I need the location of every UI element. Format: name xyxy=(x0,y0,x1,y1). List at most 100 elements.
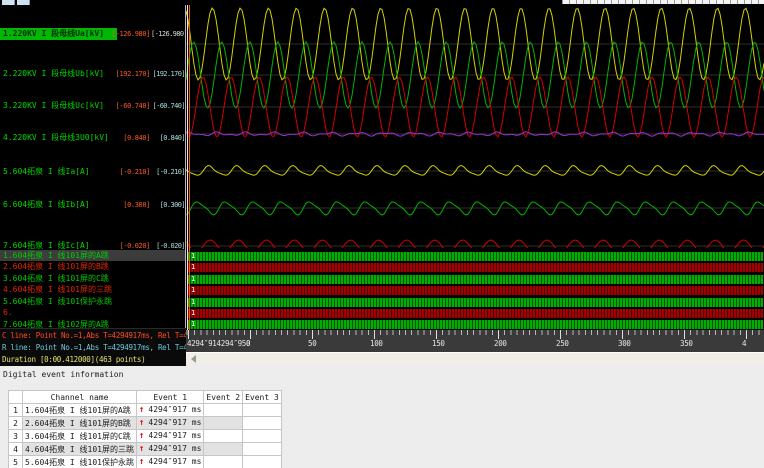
channel-name: 6.604拓泉 I 线Ib[A] xyxy=(3,200,90,209)
r-cursor-line[interactable] xyxy=(187,5,188,248)
waveform-trace-5 xyxy=(185,164,764,176)
event-channel-name: 2.604拓泉 I 线101屏的B跳 xyxy=(22,416,137,430)
event-table-row-4[interactable]: 4 4.604拓泉 I 线101屏的三跳 ↑ 4294″917 ms xyxy=(8,442,282,456)
cursor-status-box: C line: Point No.=1,Abs T=4294917ms, Rel… xyxy=(0,328,186,366)
axis-tick-label-350: 350 xyxy=(680,339,693,348)
c-cursor-value: [0.840] xyxy=(123,134,150,142)
r-cursor-value: [192.170] xyxy=(152,70,185,78)
digital-bar-7[interactable]: 1 xyxy=(188,320,763,330)
event2-cell xyxy=(203,455,244,468)
event1-cell: ↑ 4294″917 ms xyxy=(135,416,205,430)
analog-channel-label-3[interactable]: 3.220KV I 段母线Uc[kV] [-60.740] [-60.740] xyxy=(0,100,186,112)
axis-tick-label-250: 250 xyxy=(556,339,569,348)
event-table-row-3[interactable]: 3 3.604拓泉 I 线101屏的C跳 ↑ 4294″917 ms xyxy=(8,429,282,443)
rising-edge-icon: ↑ xyxy=(138,405,145,415)
event3-cell xyxy=(242,442,282,456)
axis-tick-label-200: 200 xyxy=(494,339,507,348)
event-table-row-2[interactable]: 2 2.604拓泉 I 线101屏的B跳 ↑ 4294″917 ms xyxy=(8,416,282,430)
event1-cell: ↑ 4294″917 ms xyxy=(135,429,205,443)
analog-waveform-plot[interactable] xyxy=(185,5,764,253)
event1-cell: ↑ 4294″917 ms xyxy=(135,442,205,456)
r-cursor-value: [-126.980] xyxy=(151,30,186,38)
scroll-left-icon[interactable] xyxy=(191,355,196,363)
axis-tick-label-150: 150 xyxy=(432,339,445,348)
fault-recorder-window: 1.220KV I 段母线Ua[kV] [-126.980] [-126.980] 2… xyxy=(0,0,764,468)
event-table-col-event-1: Event 1 xyxy=(135,390,205,404)
event3-cell xyxy=(242,429,282,443)
time-axis[interactable]: 4294″914294″950 0 50 100 150 200 250 300 350 4 xyxy=(186,330,764,352)
channel-name: 1.220KV I 段母线Ua[kV] xyxy=(3,29,105,38)
event-table-row-5[interactable]: 5 5.604拓泉 I 线101保护永跳 ↑ 4294″917 ms xyxy=(8,455,282,468)
digital-channel-label-1[interactable]: 1.604拓泉 I 线101屏的A跳 xyxy=(0,250,186,261)
row-number: 4 xyxy=(8,442,23,456)
digital-trace-plot[interactable]: 1 1 1 1 1 1 1 xyxy=(186,248,764,330)
event2-cell xyxy=(203,442,244,456)
event3-cell xyxy=(242,416,282,430)
digital-bar-6[interactable]: 1 xyxy=(188,309,763,318)
digital-state-value: 1 xyxy=(191,297,196,306)
rising-edge-icon: ↑ xyxy=(138,431,145,441)
c-line-status: C line: Point No.=1,Abs T=4294917ms, Rel… xyxy=(2,331,186,340)
event-info-title: Digital event information xyxy=(3,370,124,379)
digital-bar-3[interactable]: 1 xyxy=(188,274,763,284)
event2-cell xyxy=(203,416,244,430)
event-table-row-1[interactable]: 1 1.604拓泉 I 线101屏的A跳 ↑ 4294″917 ms xyxy=(8,403,282,417)
digital-channel-label-3[interactable]: 3.604拓泉 I 线101屏的C跳 xyxy=(0,273,186,284)
rising-edge-icon: ↑ xyxy=(138,418,145,428)
digital-bar-5[interactable]: 1 xyxy=(188,297,763,307)
event-info-panel: Digital event information Channel name Ev… xyxy=(0,365,764,468)
event1-cell: ↑ 4294″917 ms xyxy=(135,455,205,468)
rising-edge-icon: ↑ xyxy=(138,457,145,467)
analog-channel-label-2[interactable]: 2.220KV I 段母线Ub[kV] [192.170] [192.170] xyxy=(0,68,186,80)
digital-channel-label-5[interactable]: 5.604拓泉 I 线101保护永跳 xyxy=(0,296,186,307)
event1-cell: ↑ 4294″917 ms xyxy=(135,403,205,417)
digital-bar-2[interactable]: 1 xyxy=(188,263,763,273)
digital-state-value: 1 xyxy=(191,252,196,260)
event3-cell xyxy=(242,455,282,468)
event-table-col-channel-name: Channel name xyxy=(22,390,137,404)
r-cursor-value: [0.840] xyxy=(159,134,186,142)
horizontal-scrollbar[interactable] xyxy=(186,352,764,366)
row-number: 2 xyxy=(8,416,23,430)
axis-tick-label-50: 50 xyxy=(308,339,317,348)
c-cursor-value: [192.170] xyxy=(115,70,151,78)
row-number: 5 xyxy=(8,455,23,468)
channel-name: 4.220KV I 段母线3U0[kV] xyxy=(3,133,109,142)
r-line-status: R line: Point No.=1,Abs T=4294917ms, Rel… xyxy=(2,343,186,352)
event3-cell xyxy=(242,403,282,417)
digital-channel-label-2[interactable]: 2.604拓泉 I 线101屏的B跳 xyxy=(0,261,186,272)
rising-edge-icon: ↑ xyxy=(138,444,145,454)
event-table-col-num xyxy=(8,390,23,404)
digital-state-value: 1 xyxy=(191,309,196,317)
event-channel-name: 4.604拓泉 I 线101屏的三跳 xyxy=(22,442,137,456)
digital-event-table[interactable]: Channel name Event 1 Event 2 Event 3 1 1.604… xyxy=(8,390,282,468)
analog-channel-label-1[interactable]: 1.220KV I 段母线Ua[kV] [-126.980] [-126.980] xyxy=(0,28,186,40)
r-cursor-line[interactable] xyxy=(187,248,188,330)
duration-status: Duration [0:00.412000](463 points) xyxy=(2,355,146,364)
digital-bar-1[interactable]: 1 xyxy=(188,252,763,261)
event1-time: 4294″917 ms xyxy=(148,457,202,466)
r-cursor-value: [-60.740] xyxy=(152,102,185,110)
event-channel-name: 1.604拓泉 I 线101屏的A跳 xyxy=(22,403,137,417)
digital-state-value: 1 xyxy=(191,263,196,272)
r-cursor-value: [-0.210] xyxy=(156,168,186,176)
analog-channel-label-6[interactable]: 6.604拓泉 I 线Ib[A] [0.300] [0.300] xyxy=(0,199,186,211)
c-cursor-line[interactable] xyxy=(189,5,190,248)
channel-name: 2.220KV I 段母线Ub[kV] xyxy=(3,69,105,78)
digital-state-value: 1 xyxy=(191,274,196,283)
digital-channel-label-6[interactable]: 6. xyxy=(0,307,186,318)
event1-time: 4294″917 ms xyxy=(148,444,202,453)
row-number: 3 xyxy=(8,429,23,443)
c-cursor-line[interactable] xyxy=(189,248,190,330)
event2-cell xyxy=(203,403,244,417)
digital-bar-4[interactable]: 1 xyxy=(188,286,763,296)
event1-time: 4294″917 ms xyxy=(148,405,202,414)
event1-time: 4294″917 ms xyxy=(148,418,202,427)
digital-state-value: 1 xyxy=(191,286,196,295)
digital-channel-label-4[interactable]: 4.604拓泉 I 线101屏的三跳 xyxy=(0,284,186,295)
analog-channel-label-5[interactable]: 5.604拓泉 I 线Ia[A] [-0.210] [-0.210] xyxy=(0,166,186,178)
analog-channel-label-4[interactable]: 4.220KV I 段母线3U0[kV] [0.840] [0.840] xyxy=(0,132,186,144)
c-cursor-value: [-126.980] xyxy=(111,30,151,38)
waveform-trace-7 xyxy=(185,239,764,253)
waveform-svg xyxy=(185,5,764,253)
